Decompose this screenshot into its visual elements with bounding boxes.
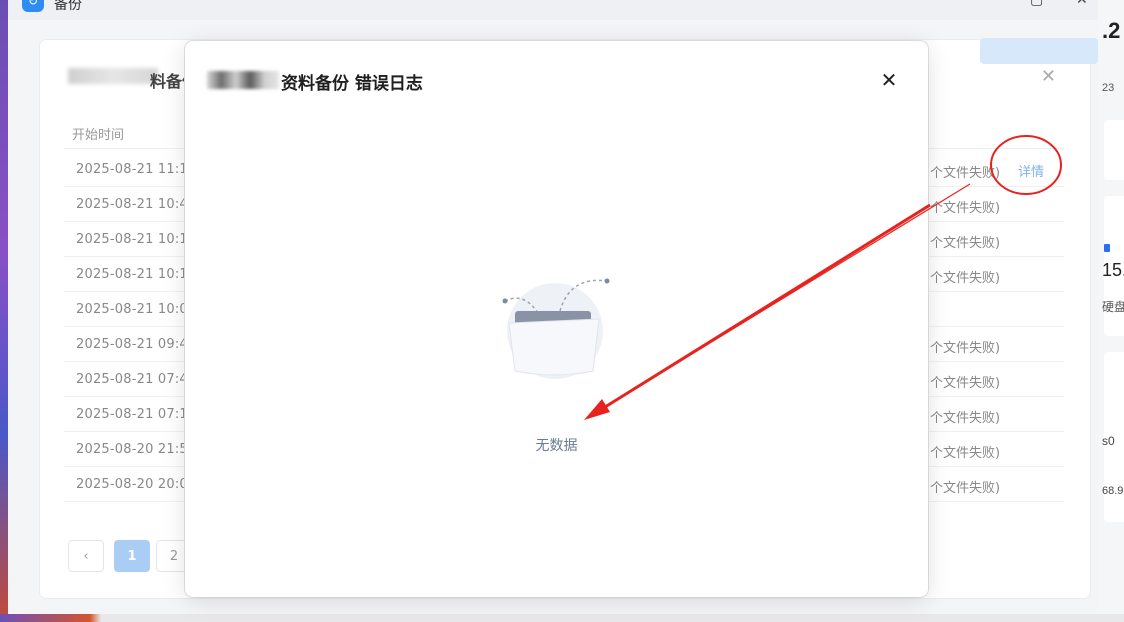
row-status: 个文件失败) [930,446,1001,461]
row-start-time: 2025-08-20 20:07: [76,477,201,492]
empty-folder-icon [502,278,610,379]
row-status: 个文件失败) [930,201,1001,216]
strip-value: 23 [1102,82,1115,94]
legend-marker [1104,244,1110,252]
window-close-button[interactable]: ✕ [1076,0,1088,8]
taskbar [0,614,1124,622]
column-header-start-time: 开始时间 [72,128,125,143]
row-status: 个文件失败) [930,236,1001,251]
redacted-title [207,71,279,89]
dialog-title: 资料备份 错误日志 [281,74,423,94]
strip-value: .2 [1102,18,1121,43]
detail-link[interactable]: 详情 [1018,161,1044,180]
row-status: 个文件失败) [930,271,1001,286]
top-action-button[interactable] [980,38,1098,64]
background-app-strip: .2 23 15. 硬盘 s0 68.9 [1098,0,1124,622]
row-status: 个文件失败) [930,411,1001,426]
strip-card [1104,120,1124,180]
empty-state-text: 无数据 [535,438,578,454]
strip-value: s0 [1102,434,1115,448]
row-status: 个文件失败) [930,481,1001,496]
maximize-button[interactable]: ▢ [1030,0,1043,8]
panel-close-button[interactable]: ✕ [1041,66,1056,87]
app-title: 备份 [54,0,82,13]
title-bar: ↻ 备份 ▢ ✕ [8,0,1106,20]
strip-value: 15. [1102,260,1124,280]
strip-value: 68.9 [1102,485,1124,497]
strip-value: 硬盘 [1102,300,1124,314]
row-start-time: 2025-08-20 21:59: [76,442,201,457]
pagination-page-1[interactable]: 1 [114,540,150,572]
redacted-title [68,68,158,84]
row-start-time: 2025-08-21 10:49: [76,197,201,212]
row-status: 个文件失败) [930,166,1001,181]
row-start-time: 2025-08-21 09:46: [76,337,201,352]
pagination-prev-button[interactable]: ‹ [68,540,104,572]
backup-app-icon: ↻ [22,0,44,12]
row-start-time: 2025-08-21 07:48: [76,372,201,387]
error-log-dialog: 资料备份 错误日志 ✕ 无数据 [185,41,928,597]
row-status: 个文件失败) [930,376,1001,391]
dialog-close-button[interactable]: ✕ [878,68,900,92]
row-status: 个文件失败) [930,341,1001,356]
